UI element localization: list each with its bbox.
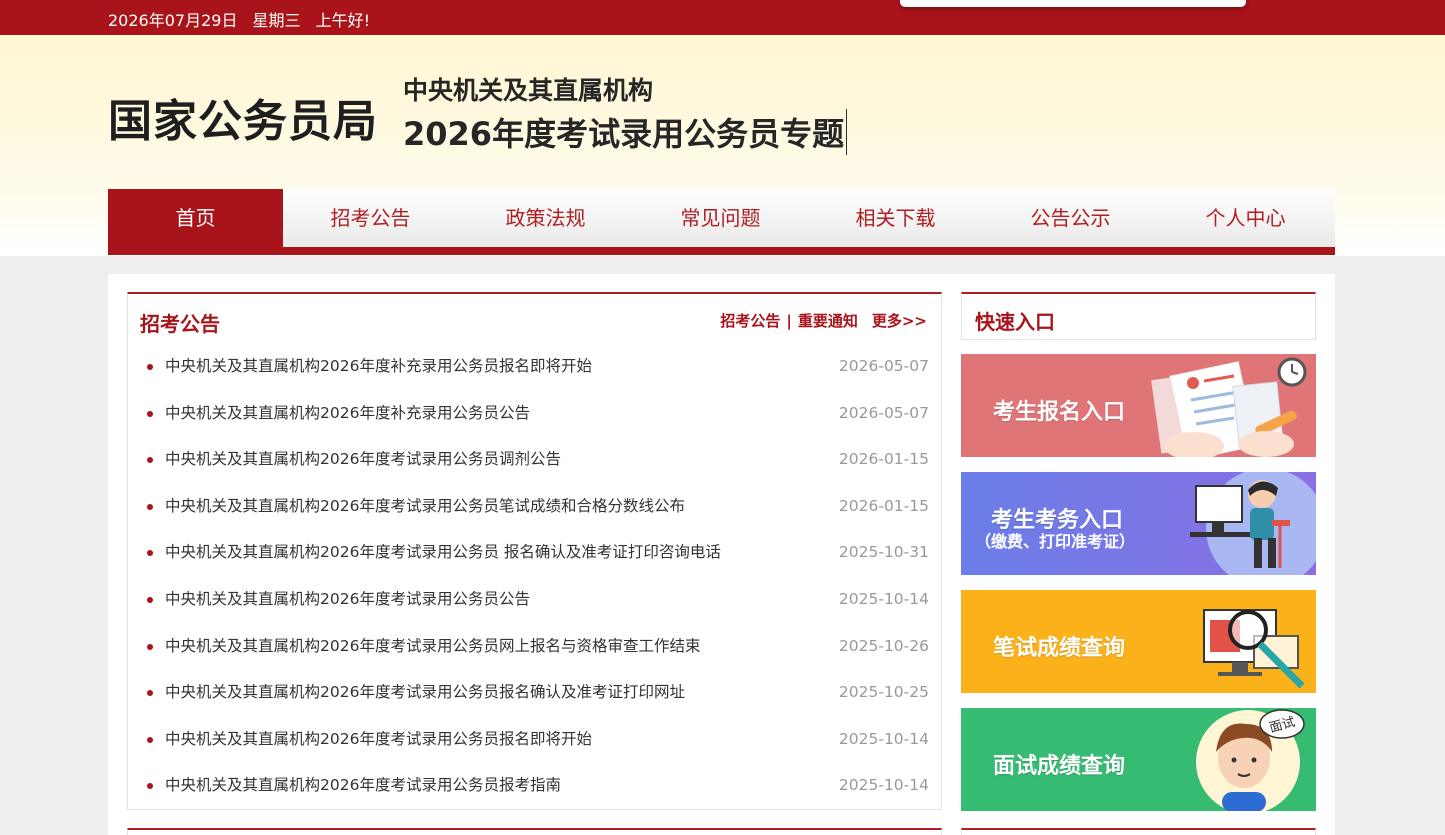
notice-item-title[interactable]: 中央机关及其直属机构2026年度考试录用公务员公告 — [165, 576, 530, 623]
bullet-icon — [147, 550, 153, 557]
notice-item-date: 2026-01-15 — [838, 450, 929, 469]
main-content: 招考公告 招考公告 | 重要通知 更多>> 中央机关及其直属机构2026年度补充录用公… — [108, 274, 1335, 835]
notice-item-title[interactable]: 中央机关及其直属机构2026年度考试录用公务员笔试成绩和合格分数线公布 — [165, 483, 685, 530]
notice-item-date: 2026-01-15 — [838, 496, 929, 515]
notice-item[interactable]: 中央机关及其直属机构2026年度考试录用公务员调剂公告 2026-01-15 — [128, 436, 941, 483]
bullet-icon — [147, 736, 153, 743]
notice-item-title[interactable]: 中央机关及其直属机构2026年度考试录用公务员报考指南 — [165, 762, 561, 809]
next-side-panel-top — [961, 828, 1316, 835]
next-panel-top — [127, 828, 942, 835]
registration-entry-label: 考生报名入口 — [993, 400, 1126, 425]
notice-item-date: 2025-10-31 — [838, 543, 929, 562]
bullet-icon — [147, 690, 153, 697]
notice-item-title[interactable]: 中央机关及其直属机构2026年度考试录用公务员 报名确认及准考证打印咨询电话 — [165, 529, 721, 576]
bullet-icon — [147, 457, 153, 464]
bullet-icon — [147, 643, 153, 650]
notice-item-title[interactable]: 中央机关及其直属机构2026年度考试录用公务员报名即将开始 — [165, 716, 592, 763]
bullet-icon — [147, 596, 153, 603]
person-at-computer-icon — [1190, 472, 1316, 575]
bullet-icon — [147, 410, 153, 417]
notice-item-title[interactable]: 中央机关及其直属机构2026年度考试录用公务员报名确认及准考证打印网址 — [165, 669, 685, 716]
notice-item[interactable]: 中央机关及其直属机构2026年度考试录用公务员网上报名与资格审查工作结束 2025… — [128, 623, 941, 670]
notice-item[interactable]: 中央机关及其直属机构2026年度考试录用公务员公告 2025-10-14 — [128, 576, 941, 623]
quick-access-panel: 快速入口 考生报名入口 考生考务入口 （缴费、打印准考证） 笔试成绩查询 面试 … — [961, 292, 1316, 811]
exam-affairs-entry-button[interactable]: 考生考务入口 （缴费、打印准考证） — [961, 472, 1316, 575]
interview-score-query-button[interactable]: 面试 面试成绩查询 — [961, 708, 1316, 811]
nav-home[interactable]: 首页 — [108, 189, 283, 247]
notice-item-title[interactable]: 中央机关及其直属机构2026年度考试录用公务员调剂公告 — [165, 436, 561, 483]
notice-item-date: 2026-05-07 — [838, 403, 929, 422]
current-weekday: 星期三 — [252, 11, 301, 30]
interview-score-query-label: 面试成绩查询 — [993, 754, 1126, 779]
notice-link-important[interactable]: 重要通知 — [798, 312, 858, 330]
notice-item-title[interactable]: 中央机关及其直属机构2026年度补充录用公务员公告 — [165, 390, 530, 437]
date-greeting: 2026年07月29日 星期三 上午好! — [108, 7, 380, 31]
notice-item[interactable]: 中央机关及其直属机构2026年度考试录用公务员报考指南 2025-10-14 — [128, 762, 941, 809]
notice-item-date: 2025-10-26 — [838, 636, 929, 655]
written-score-query-button[interactable]: 笔试成绩查询 — [961, 590, 1316, 693]
bullet-icon — [147, 783, 153, 790]
site-logo[interactable]: 国家公务员局 — [108, 85, 378, 149]
notice-link-recruitment[interactable]: 招考公告 — [720, 312, 780, 330]
quick-access-header: 快速入口 — [961, 292, 1316, 340]
written-score-query-label: 笔试成绩查询 — [993, 636, 1126, 661]
registration-entry-button[interactable]: 考生报名入口 — [961, 354, 1316, 457]
notice-item-date: 2026-05-07 — [838, 357, 929, 375]
exam-affairs-entry-sublabel: （缴费、打印准考证） — [975, 532, 1136, 551]
current-date: 2026年07月29日 — [108, 11, 238, 30]
notice-item[interactable]: 中央机关及其直属机构2026年度考试录用公务员 报名确认及准考证打印咨询电话 20… — [128, 529, 941, 576]
notice-item-date: 2025-10-25 — [838, 683, 929, 702]
header-subtitle: 中央机关及其直属机构 — [403, 76, 654, 105]
notice-item[interactable]: 中央机关及其直属机构2026年度补充录用公务员报名即将开始 2026-05-07 — [128, 343, 941, 390]
header-title: 2026年度考试录用公务员专题 — [403, 109, 848, 155]
bullet-icon — [147, 503, 153, 510]
top-bar: 2026年07月29日 星期三 上午好! — [0, 0, 1445, 35]
notice-panel-links: 招考公告 | 重要通知 更多>> — [720, 310, 927, 331]
greeting-text: 上午好! — [315, 11, 371, 30]
dropdown-popup — [900, 0, 1246, 7]
quick-access-title: 快速入口 — [975, 310, 1055, 334]
magnifier-monitor-icon — [1203, 609, 1305, 689]
interviewee-avatar-icon: 面试 — [1196, 709, 1305, 811]
notice-panel: 招考公告 招考公告 | 重要通知 更多>> 中央机关及其直属机构2026年度补充录用公… — [127, 292, 942, 810]
nav-policies[interactable]: 政策法规 — [458, 189, 633, 247]
notice-item-date: 2025-10-14 — [838, 776, 929, 795]
notice-item[interactable]: 中央机关及其直属机构2026年度补充录用公务员公告 2026-05-07 — [128, 390, 941, 437]
notice-more-link[interactable]: 更多>> — [872, 312, 927, 330]
notice-item-date: 2025-10-14 — [838, 729, 929, 748]
document-form-icon — [1151, 357, 1307, 457]
notice-item[interactable]: 中央机关及其直属机构2026年度考试录用公务员报名即将开始 2025-10-14 — [128, 716, 941, 763]
nav-announcements[interactable]: 公告公示 — [983, 189, 1158, 247]
notice-item[interactable]: 中央机关及其直属机构2026年度考试录用公务员报名确认及准考证打印网址 2025-… — [128, 669, 941, 716]
notice-item-title[interactable]: 中央机关及其直属机构2026年度考试录用公务员网上报名与资格审查工作结束 — [165, 623, 700, 670]
notice-item-date: 2025-10-14 — [838, 589, 929, 608]
bullet-icon — [147, 364, 153, 370]
nav-faq[interactable]: 常见问题 — [633, 189, 808, 247]
nav-personal-center[interactable]: 个人中心 — [1158, 189, 1333, 247]
nav-recruitment-notices[interactable]: 招考公告 — [283, 189, 458, 247]
notice-panel-title: 招考公告 — [140, 312, 220, 336]
nav-downloads[interactable]: 相关下载 — [808, 189, 983, 247]
main-nav: 首页 招考公告 政策法规 常见问题 相关下载 公告公示 个人中心 — [108, 189, 1335, 255]
notice-link-separator: | — [786, 312, 792, 330]
notice-list: 中央机关及其直属机构2026年度补充录用公务员报名即将开始 2026-05-07 … — [128, 343, 941, 809]
notice-item[interactable]: 中央机关及其直属机构2026年度考试录用公务员笔试成绩和合格分数线公布 2026-… — [128, 483, 941, 530]
notice-item-title[interactable]: 中央机关及其直属机构2026年度补充录用公务员报名即将开始 — [165, 343, 592, 390]
